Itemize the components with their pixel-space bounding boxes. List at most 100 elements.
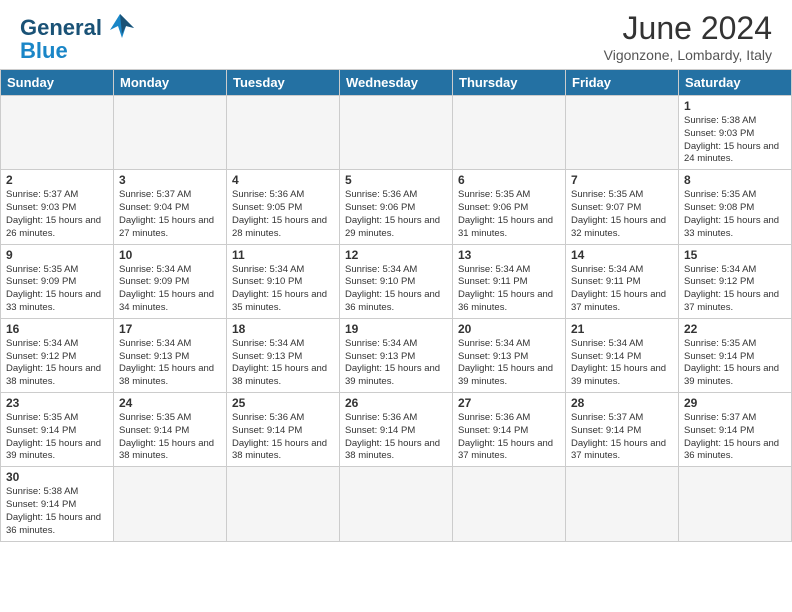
calendar-cell: 9 Sunrise: 5:35 AMSunset: 9:09 PMDaylight… bbox=[1, 244, 114, 318]
day-info: Sunrise: 5:34 AMSunset: 9:11 PMDaylight:… bbox=[571, 264, 673, 315]
calendar-cell: 10Sunrise: 5:34 AMSunset: 9:09 PMDayligh… bbox=[114, 244, 227, 318]
day-number: 6 bbox=[458, 173, 560, 187]
calendar-cell: 24 Sunrise: 5:35 AMSunset: 9:14 PMDayligh… bbox=[114, 393, 227, 467]
day-number: 29 bbox=[684, 396, 786, 410]
day-number: 24 bbox=[119, 396, 221, 410]
calendar-week-row: 1 Sunrise: 5:38 AMSunset: 9:03 PMDaylight… bbox=[1, 96, 792, 170]
day-number: 20 bbox=[458, 322, 560, 336]
day-number: 8 bbox=[684, 173, 786, 187]
day-number: 7 bbox=[571, 173, 673, 187]
day-number: 30 bbox=[6, 470, 108, 484]
calendar-cell: 2 Sunrise: 5:37 AMSunset: 9:03 PMDaylight… bbox=[1, 170, 114, 244]
calendar-week-row: 23 Sunrise: 5:35 AMSunset: 9:14 PMDayligh… bbox=[1, 393, 792, 467]
day-number: 16 bbox=[6, 322, 108, 336]
calendar-week-row: 16Sunrise: 5:34 AMSunset: 9:12 PMDayligh… bbox=[1, 318, 792, 392]
calendar-cell: 14 Sunrise: 5:34 AMSunset: 9:11 PMDayligh… bbox=[566, 244, 679, 318]
day-info: Sunrise: 5:38 AMSunset: 9:03 PMDaylight:… bbox=[684, 115, 786, 166]
day-info: Sunrise: 5:34 AMSunset: 9:13 PMDaylight:… bbox=[345, 338, 447, 389]
calendar-body: 1 Sunrise: 5:38 AMSunset: 9:03 PMDaylight… bbox=[1, 96, 792, 542]
day-info: Sunrise: 5:35 AMSunset: 9:14 PMDaylight:… bbox=[119, 412, 221, 463]
day-number: 23 bbox=[6, 396, 108, 410]
logo-text: General bbox=[20, 17, 102, 39]
day-info: Sunrise: 5:37 AMSunset: 9:03 PMDaylight:… bbox=[6, 189, 108, 240]
day-number: 25 bbox=[232, 396, 334, 410]
day-number: 4 bbox=[232, 173, 334, 187]
month-year: June 2024 bbox=[604, 10, 772, 47]
calendar-cell: 16Sunrise: 5:34 AMSunset: 9:12 PMDayligh… bbox=[1, 318, 114, 392]
day-number: 14 bbox=[571, 248, 673, 262]
logo-blue: Blue bbox=[20, 38, 68, 64]
calendar-cell: 22 Sunrise: 5:35 AMSunset: 9:14 PMDayligh… bbox=[679, 318, 792, 392]
calendar-cell: 7 Sunrise: 5:35 AMSunset: 9:07 PMDaylight… bbox=[566, 170, 679, 244]
day-info: Sunrise: 5:34 AMSunset: 9:09 PMDaylight:… bbox=[119, 264, 221, 315]
logo: General Blue bbox=[20, 10, 138, 64]
calendar-cell: 29Sunrise: 5:37 AMSunset: 9:14 PMDayligh… bbox=[679, 393, 792, 467]
col-thursday: Thursday bbox=[453, 70, 566, 96]
day-number: 21 bbox=[571, 322, 673, 336]
day-number: 5 bbox=[345, 173, 447, 187]
day-number: 22 bbox=[684, 322, 786, 336]
calendar-header-row: Sunday Monday Tuesday Wednesday Thursday… bbox=[1, 70, 792, 96]
calendar-cell: 18Sunrise: 5:34 AMSunset: 9:13 PMDayligh… bbox=[227, 318, 340, 392]
calendar-cell: 8Sunrise: 5:35 AMSunset: 9:08 PMDaylight… bbox=[679, 170, 792, 244]
header: General Blue June 2024 Vigonzone, Lombar… bbox=[0, 0, 792, 69]
col-monday: Monday bbox=[114, 70, 227, 96]
calendar-cell bbox=[227, 467, 340, 541]
calendar-cell: 21Sunrise: 5:34 AMSunset: 9:14 PMDayligh… bbox=[566, 318, 679, 392]
calendar-cell: 5Sunrise: 5:36 AMSunset: 9:06 PMDaylight… bbox=[340, 170, 453, 244]
day-number: 26 bbox=[345, 396, 447, 410]
calendar-cell: 23Sunrise: 5:35 AMSunset: 9:14 PMDayligh… bbox=[1, 393, 114, 467]
day-info: Sunrise: 5:35 AMSunset: 9:07 PMDaylight:… bbox=[571, 189, 673, 240]
calendar-cell: 25 Sunrise: 5:36 AMSunset: 9:14 PMDayligh… bbox=[227, 393, 340, 467]
day-number: 1 bbox=[684, 99, 786, 113]
day-number: 13 bbox=[458, 248, 560, 262]
day-number: 17 bbox=[119, 322, 221, 336]
day-info: Sunrise: 5:37 AMSunset: 9:14 PMDaylight:… bbox=[571, 412, 673, 463]
day-number: 2 bbox=[6, 173, 108, 187]
day-info: Sunrise: 5:35 AMSunset: 9:09 PMDaylight:… bbox=[6, 264, 108, 315]
calendar-week-row: 2 Sunrise: 5:37 AMSunset: 9:03 PMDaylight… bbox=[1, 170, 792, 244]
day-info: Sunrise: 5:34 AMSunset: 9:13 PMDaylight:… bbox=[119, 338, 221, 389]
calendar-cell: 26Sunrise: 5:36 AMSunset: 9:14 PMDayligh… bbox=[340, 393, 453, 467]
calendar-cell: 4 Sunrise: 5:36 AMSunset: 9:05 PMDaylight… bbox=[227, 170, 340, 244]
calendar-cell bbox=[1, 96, 114, 170]
day-info: Sunrise: 5:34 AMSunset: 9:13 PMDaylight:… bbox=[458, 338, 560, 389]
calendar-cell: 6 Sunrise: 5:35 AMSunset: 9:06 PMDaylight… bbox=[453, 170, 566, 244]
calendar-cell bbox=[114, 96, 227, 170]
day-number: 11 bbox=[232, 248, 334, 262]
day-info: Sunrise: 5:37 AMSunset: 9:04 PMDaylight:… bbox=[119, 189, 221, 240]
calendar-cell bbox=[227, 96, 340, 170]
calendar-cell: 30 Sunrise: 5:38 AMSunset: 9:14 PMDayligh… bbox=[1, 467, 114, 541]
day-info: Sunrise: 5:36 AMSunset: 9:14 PMDaylight:… bbox=[232, 412, 334, 463]
day-info: Sunrise: 5:34 AMSunset: 9:10 PMDaylight:… bbox=[345, 264, 447, 315]
title-block: June 2024 Vigonzone, Lombardy, Italy bbox=[604, 10, 772, 63]
calendar-cell: 20 Sunrise: 5:34 AMSunset: 9:13 PMDayligh… bbox=[453, 318, 566, 392]
col-friday: Friday bbox=[566, 70, 679, 96]
day-info: Sunrise: 5:38 AMSunset: 9:14 PMDaylight:… bbox=[6, 486, 108, 537]
page-container: General Blue June 2024 Vigonzone, Lombar… bbox=[0, 0, 792, 542]
day-number: 12 bbox=[345, 248, 447, 262]
col-tuesday: Tuesday bbox=[227, 70, 340, 96]
day-number: 19 bbox=[345, 322, 447, 336]
day-info: Sunrise: 5:35 AMSunset: 9:14 PMDaylight:… bbox=[684, 338, 786, 389]
day-info: Sunrise: 5:35 AMSunset: 9:06 PMDaylight:… bbox=[458, 189, 560, 240]
day-number: 27 bbox=[458, 396, 560, 410]
calendar-cell: 28 Sunrise: 5:37 AMSunset: 9:14 PMDayligh… bbox=[566, 393, 679, 467]
calendar-cell: 1 Sunrise: 5:38 AMSunset: 9:03 PMDaylight… bbox=[679, 96, 792, 170]
calendar-cell: 17 Sunrise: 5:34 AMSunset: 9:13 PMDayligh… bbox=[114, 318, 227, 392]
day-number: 28 bbox=[571, 396, 673, 410]
col-saturday: Saturday bbox=[679, 70, 792, 96]
calendar-cell: 15Sunrise: 5:34 AMSunset: 9:12 PMDayligh… bbox=[679, 244, 792, 318]
day-info: Sunrise: 5:34 AMSunset: 9:13 PMDaylight:… bbox=[232, 338, 334, 389]
calendar-cell: 13 Sunrise: 5:34 AMSunset: 9:11 PMDayligh… bbox=[453, 244, 566, 318]
day-info: Sunrise: 5:36 AMSunset: 9:14 PMDaylight:… bbox=[458, 412, 560, 463]
calendar-cell bbox=[340, 96, 453, 170]
calendar-cell bbox=[566, 467, 679, 541]
calendar-cell bbox=[114, 467, 227, 541]
day-info: Sunrise: 5:34 AMSunset: 9:11 PMDaylight:… bbox=[458, 264, 560, 315]
col-sunday: Sunday bbox=[1, 70, 114, 96]
day-number: 9 bbox=[6, 248, 108, 262]
day-info: Sunrise: 5:36 AMSunset: 9:05 PMDaylight:… bbox=[232, 189, 334, 240]
day-number: 15 bbox=[684, 248, 786, 262]
calendar-cell: 27 Sunrise: 5:36 AMSunset: 9:14 PMDayligh… bbox=[453, 393, 566, 467]
